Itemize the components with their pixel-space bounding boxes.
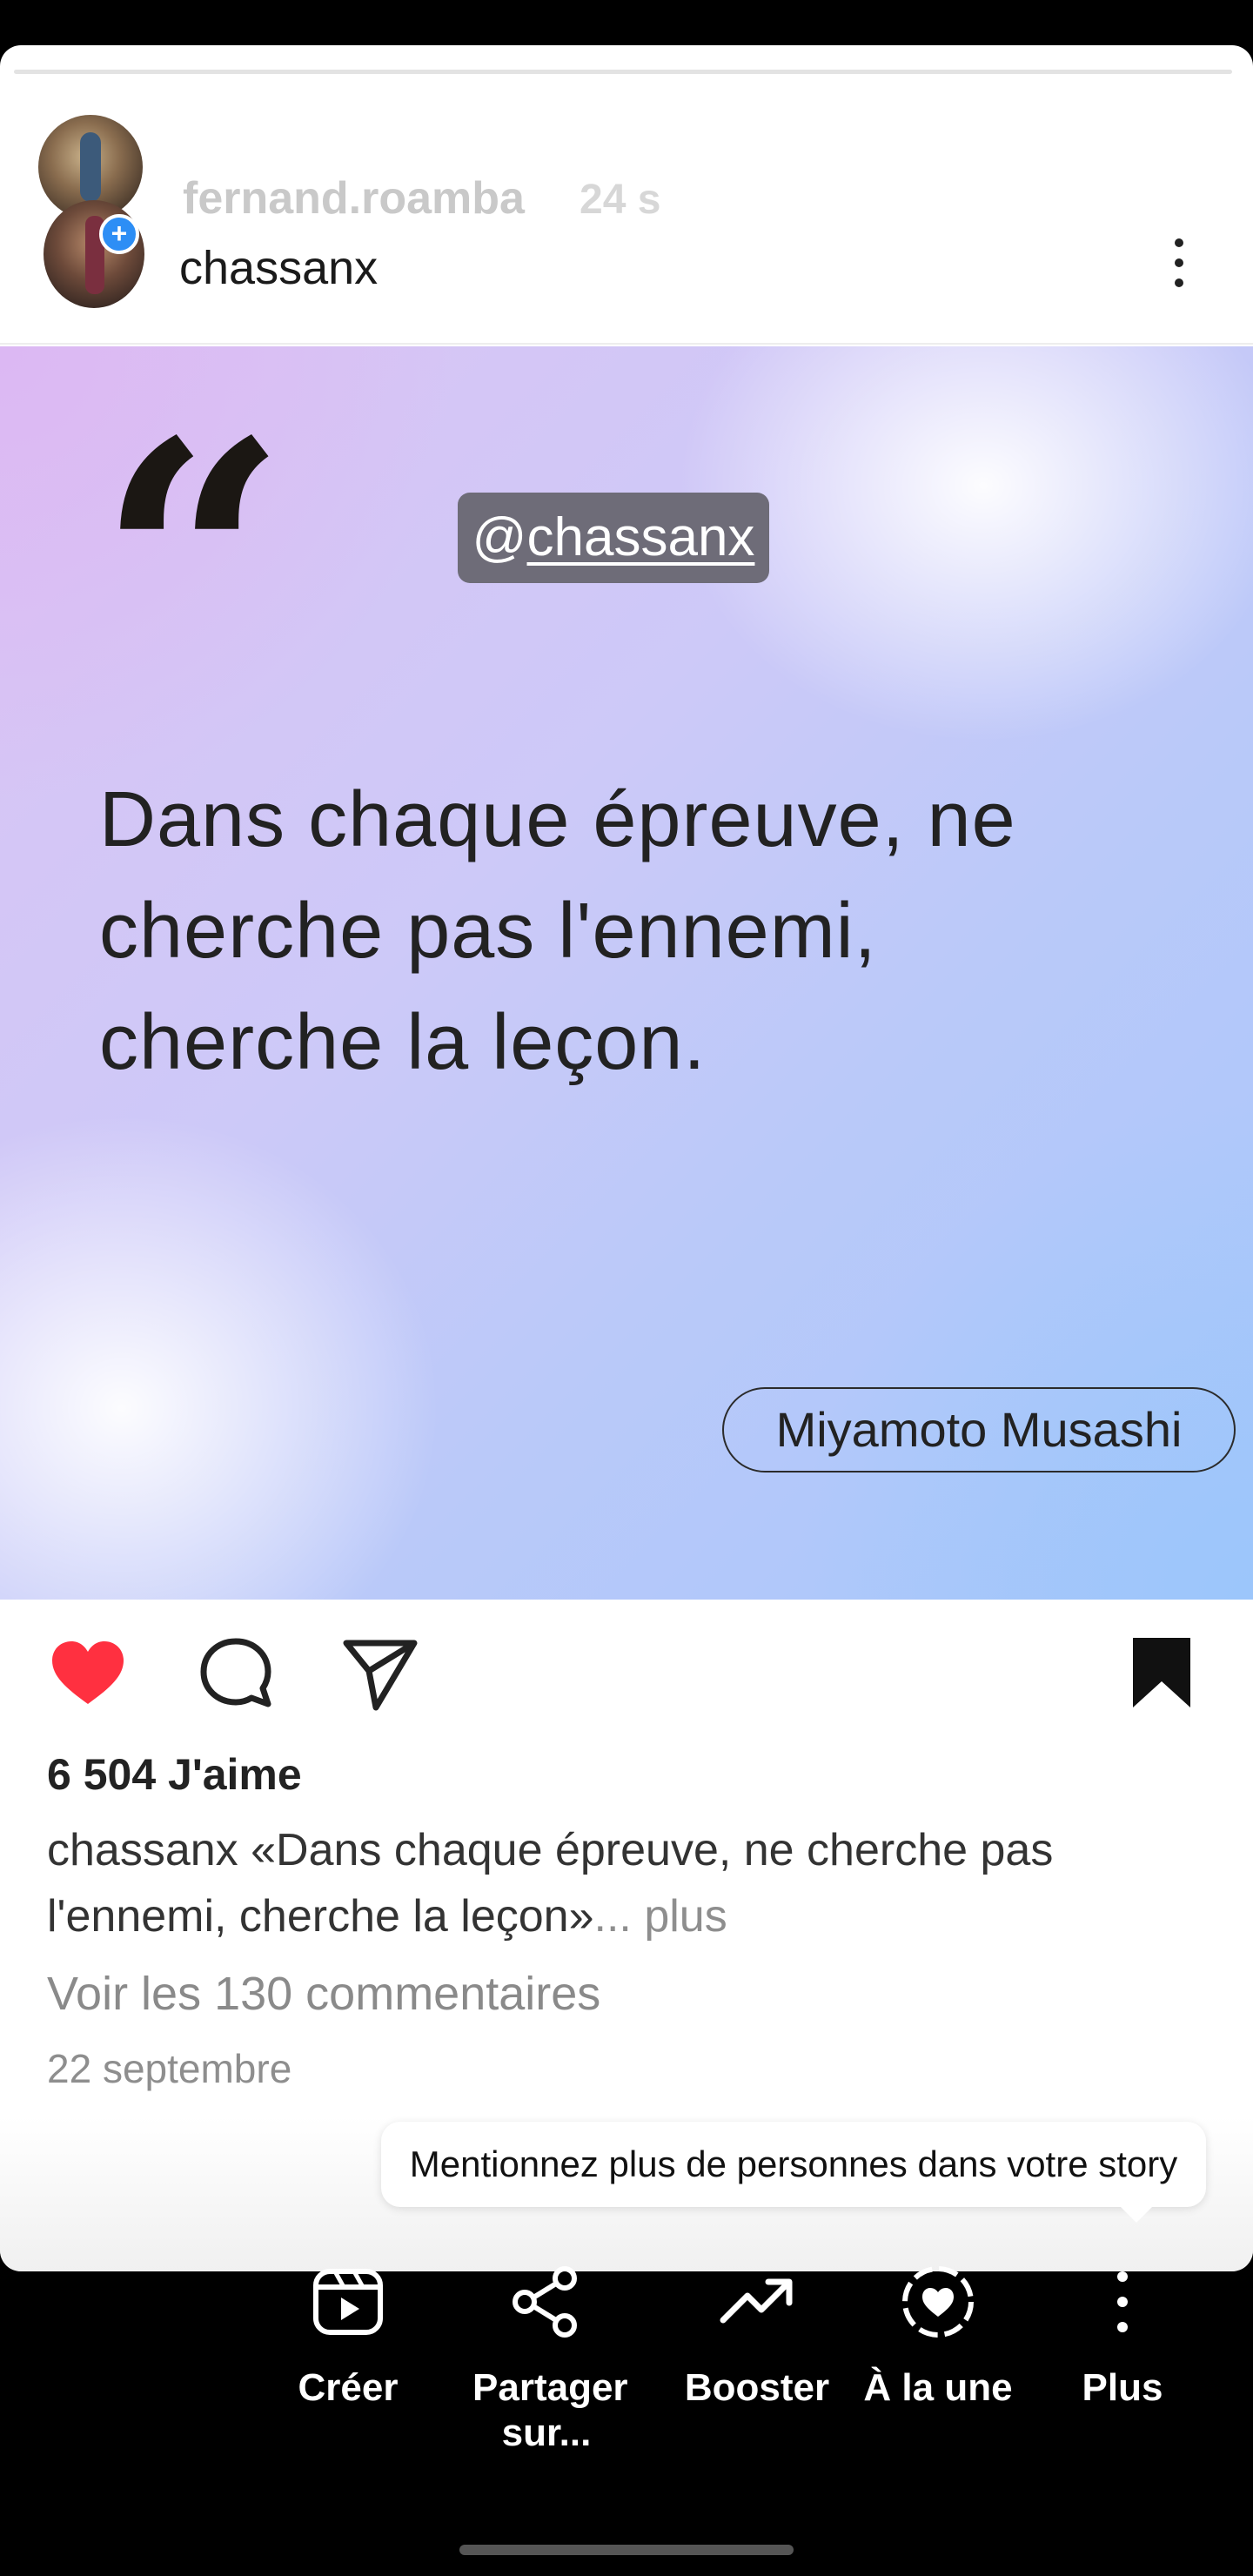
likes-count[interactable]: 6 504 J'aime [47, 1749, 302, 1800]
send-icon[interactable] [341, 1634, 419, 1713]
mention-handle: chassanx [526, 507, 755, 567]
story-progress-bar [14, 70, 1232, 74]
post-image[interactable]: @chassanx “ Dans chaque épreuve, ne cher… [0, 346, 1253, 1600]
share-button[interactable]: Partager sur... [451, 2263, 642, 2456]
comment-icon[interactable] [197, 1634, 275, 1713]
quote-author-pill: Miyamoto Musashi [722, 1387, 1236, 1472]
back-arrow-icon[interactable] [50, 0, 146, 52]
create-button[interactable]: Créer [252, 2263, 444, 2411]
quote-text: Dans chaque épreuve, ne cherche pas l'en… [99, 776, 1016, 1086]
top-strip: Instagram [0, 0, 1253, 52]
mention-sticker[interactable]: @chassanx [458, 493, 769, 583]
boost-label: Booster [684, 2366, 830, 2409]
like-heart-icon[interactable] [49, 1634, 127, 1713]
caption: chassanx «Dans chaque épreuve, ne cherch… [47, 1817, 1213, 1949]
caption-username[interactable]: chassanx [47, 1825, 238, 1875]
highlight-button[interactable]: À la une [842, 2263, 1034, 2411]
highlight-label: À la une [863, 2366, 1013, 2409]
share-label: Partager sur... [472, 2366, 628, 2454]
save-bookmark-icon[interactable] [1122, 1634, 1201, 1713]
story-card: + fernand.roamba 24 s chassanx @chassanx… [0, 45, 1253, 2271]
instagram-logo: Instagram [235, 0, 856, 52]
post-options-icon[interactable] [1157, 231, 1201, 294]
home-indicator[interactable] [459, 2545, 794, 2555]
quote-mark-icon: “ [97, 369, 288, 758]
post-date: 22 septembre [47, 2046, 292, 2091]
share-icon [513, 2266, 577, 2338]
caption-more-link[interactable]: ... plus [594, 1891, 727, 1942]
more-label: Plus [1082, 2366, 1163, 2409]
reels-create-icon [313, 2269, 383, 2335]
mention-tooltip[interactable]: Mentionnez plus de personnes dans votre … [381, 2122, 1206, 2207]
story-timestamp: 24 s [580, 177, 661, 223]
viewer-username[interactable]: fernand.roamba [183, 172, 525, 225]
avatar-figure [80, 132, 101, 202]
view-comments-link[interactable]: Voir les 130 commentaires [47, 1967, 600, 2021]
divider [0, 343, 1253, 345]
mention-at-symbol: @ [472, 507, 527, 567]
boost-button[interactable]: Booster [661, 2263, 853, 2411]
create-label: Créer [298, 2366, 399, 2409]
more-vertical-icon [1117, 2271, 1128, 2332]
post-author-username[interactable]: chassanx [179, 241, 378, 295]
highlight-heart-icon [902, 2266, 974, 2338]
more-button[interactable]: Plus [1027, 2263, 1218, 2411]
add-story-plus-icon[interactable]: + [99, 214, 139, 254]
tooltip-arrow [1117, 2204, 1156, 2223]
trending-up-icon [720, 2278, 793, 2324]
